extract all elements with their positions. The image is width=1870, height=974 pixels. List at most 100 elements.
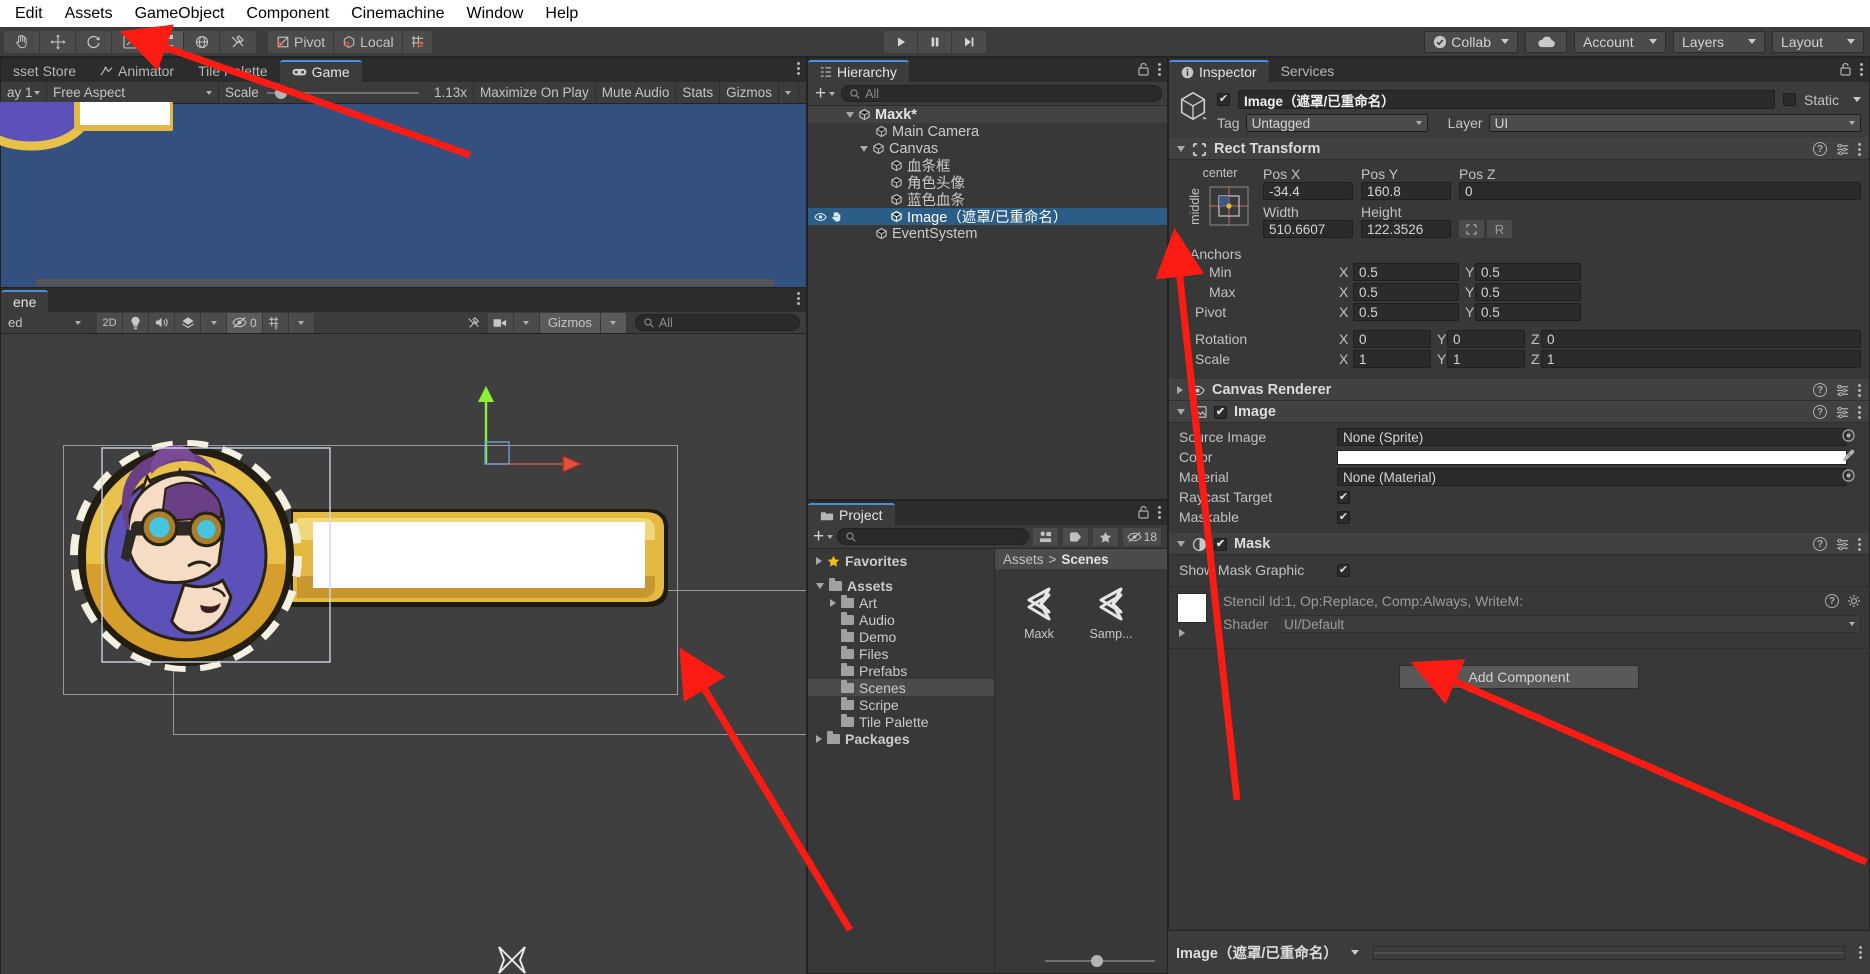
help-icon[interactable]: ? xyxy=(1813,405,1827,419)
scene-tools-button[interactable] xyxy=(462,313,488,333)
maskable-checkbox[interactable] xyxy=(1337,511,1350,524)
scale-tool-button[interactable] xyxy=(112,31,148,53)
add-component-button[interactable]: Add Component xyxy=(1399,665,1639,689)
anchor-max-y-field[interactable]: 0.5 xyxy=(1475,283,1581,301)
scene-gizmos-button[interactable]: Gizmos xyxy=(540,313,601,333)
canvas-renderer-header[interactable]: Canvas Renderer ? xyxy=(1169,379,1869,401)
anchors-foldout[interactable]: Anchors xyxy=(1177,246,1861,262)
filter-by-type-button[interactable] xyxy=(1033,528,1059,546)
asset-item-sample[interactable]: Samp... xyxy=(1081,585,1141,641)
image-component-header[interactable]: Image ? xyxy=(1169,401,1869,423)
layout-button[interactable]: Layout xyxy=(1772,31,1864,53)
grid-dropdown[interactable] xyxy=(289,313,315,333)
breadcrumb-scenes[interactable]: Scenes xyxy=(1061,552,1108,567)
scale-slider[interactable] xyxy=(267,87,419,99)
rotation-z-field[interactable]: 0 xyxy=(1541,330,1861,348)
scene-view-canvas[interactable] xyxy=(1,334,806,974)
lighting-toggle-button[interactable] xyxy=(123,313,149,333)
mask-enabled-checkbox[interactable] xyxy=(1214,538,1227,551)
project-row-demo[interactable]: Demo xyxy=(808,628,994,645)
mute-audio-button[interactable]: Mute Audio xyxy=(596,83,677,103)
scene-gizmos-dropdown[interactable] xyxy=(601,313,627,333)
project-menu-icon[interactable] xyxy=(1158,506,1161,519)
project-zoom-slider[interactable] xyxy=(1045,955,1155,967)
gear-icon[interactable] xyxy=(1847,594,1861,608)
create-asset-button[interactable]: + xyxy=(813,530,833,544)
pos-x-field[interactable]: -34.4 xyxy=(1263,182,1353,200)
tab-inspector[interactable]: Inspector xyxy=(1169,60,1269,82)
menu-item-window[interactable]: Window xyxy=(456,0,535,27)
scene-camera-button[interactable] xyxy=(488,313,514,333)
shader-dropdown[interactable]: UI/Default xyxy=(1278,615,1861,633)
scale-z-field[interactable]: 1 xyxy=(1541,350,1861,368)
anchor-preset-widget[interactable] xyxy=(1205,182,1253,230)
status-object-dropdown[interactable]: Image（遮罩/已重命名） xyxy=(1176,942,1359,963)
expand-arrow-icon[interactable] xyxy=(860,146,868,152)
lock-icon[interactable] xyxy=(1137,62,1150,76)
tab-tile-palette[interactable]: Tile Palette xyxy=(186,60,280,82)
project-row-packages[interactable]: Packages xyxy=(808,730,994,747)
preset-icon[interactable] xyxy=(1836,143,1849,156)
preset-icon[interactable] xyxy=(1836,406,1849,419)
collapse-arrow-icon[interactable] xyxy=(1177,541,1185,547)
anchor-min-x-field[interactable]: 0.5 xyxy=(1353,263,1459,281)
hierarchy-row-image-mask[interactable]: Image（遮罩/已重命名） xyxy=(808,208,1167,225)
move-tool-button[interactable] xyxy=(40,31,76,53)
project-row-files[interactable]: Files xyxy=(808,645,994,662)
help-icon[interactable]: ? xyxy=(1825,594,1839,608)
pivot-toggle-button[interactable]: Pivot xyxy=(268,31,334,53)
tab-animator[interactable]: Animator xyxy=(88,60,186,82)
material-picker-icon[interactable] xyxy=(1842,469,1855,485)
project-row-art[interactable]: Art xyxy=(808,594,994,611)
mask-component-header[interactable]: Mask ? xyxy=(1169,533,1869,555)
asset-item-maxk[interactable]: Maxk xyxy=(1009,585,1069,641)
local-toggle-button[interactable]: Local xyxy=(334,31,402,53)
collapse-arrow-icon[interactable] xyxy=(1177,409,1185,415)
scale-slider-group[interactable]: Scale 1.13x xyxy=(219,83,474,103)
object-name-field[interactable]: Image（遮罩/已重命名） xyxy=(1238,90,1775,109)
scene-view-menu-icon[interactable] xyxy=(797,292,800,305)
static-checkbox[interactable] xyxy=(1783,93,1796,106)
shading-mode-dropdown[interactable]: ed xyxy=(1,313,89,333)
stats-button[interactable]: Stats xyxy=(676,83,720,103)
pivot-y-field[interactable]: 0.5 xyxy=(1475,303,1581,321)
step-button[interactable] xyxy=(952,31,986,53)
color-swatch[interactable] xyxy=(1337,450,1847,465)
tab-asset-store[interactable]: sset Store xyxy=(1,60,88,82)
project-row-assets[interactable]: Assets xyxy=(808,577,994,594)
rect-transform-menu-icon[interactable] xyxy=(1858,143,1861,156)
anchor-min-y-field[interactable]: 0.5 xyxy=(1475,263,1581,281)
collapse-arrow-icon[interactable] xyxy=(1177,386,1183,394)
grid-snap-button[interactable] xyxy=(403,31,432,53)
project-row-favorites[interactable]: Favorites xyxy=(808,552,994,569)
cloud-button[interactable] xyxy=(1525,31,1567,53)
raycast-target-checkbox[interactable] xyxy=(1337,491,1350,504)
project-row-audio[interactable]: Audio xyxy=(808,611,994,628)
display-dropdown[interactable]: ay 1 xyxy=(1,83,47,103)
layer-dropdown[interactable]: UI xyxy=(1489,114,1861,132)
help-icon[interactable]: ? xyxy=(1813,142,1827,156)
scene-camera-dropdown[interactable] xyxy=(514,313,540,333)
hierarchy-row-juesetouxiang[interactable]: 角色头像 xyxy=(808,174,1167,191)
gizmos-button[interactable]: Gizmos xyxy=(720,83,779,103)
rotate-tool-button[interactable] xyxy=(76,31,112,53)
lock-icon[interactable] xyxy=(1839,62,1852,76)
width-field[interactable]: 510.6607 xyxy=(1263,220,1353,238)
canvas-renderer-menu-icon[interactable] xyxy=(1858,384,1861,397)
hierarchy-row-xuetiaokuang[interactable]: 血条框 xyxy=(808,157,1167,174)
hand-tool-button[interactable] xyxy=(4,31,40,53)
menu-item-help[interactable]: Help xyxy=(534,0,589,27)
scene-search-input[interactable]: All xyxy=(635,314,800,331)
gizmos-dropdown[interactable] xyxy=(779,83,799,103)
material-expand-arrow-icon[interactable] xyxy=(1179,629,1185,637)
project-row-scenes[interactable]: Scenes xyxy=(808,679,994,696)
expand-arrow-icon[interactable] xyxy=(816,735,822,743)
collapse-arrow-icon[interactable] xyxy=(1177,146,1185,152)
rect-tool-button[interactable] xyxy=(148,31,184,53)
menu-item-cinemachine[interactable]: Cinemachine xyxy=(340,0,455,27)
hierarchy-row-main-camera[interactable]: Main Camera xyxy=(808,123,1167,140)
hierarchy-row-maxk[interactable]: Maxk* xyxy=(808,106,1167,123)
pos-z-field[interactable]: 0 xyxy=(1459,182,1861,200)
collab-button[interactable]: Collab xyxy=(1424,31,1518,53)
scale-x-field[interactable]: 1 xyxy=(1353,350,1431,368)
